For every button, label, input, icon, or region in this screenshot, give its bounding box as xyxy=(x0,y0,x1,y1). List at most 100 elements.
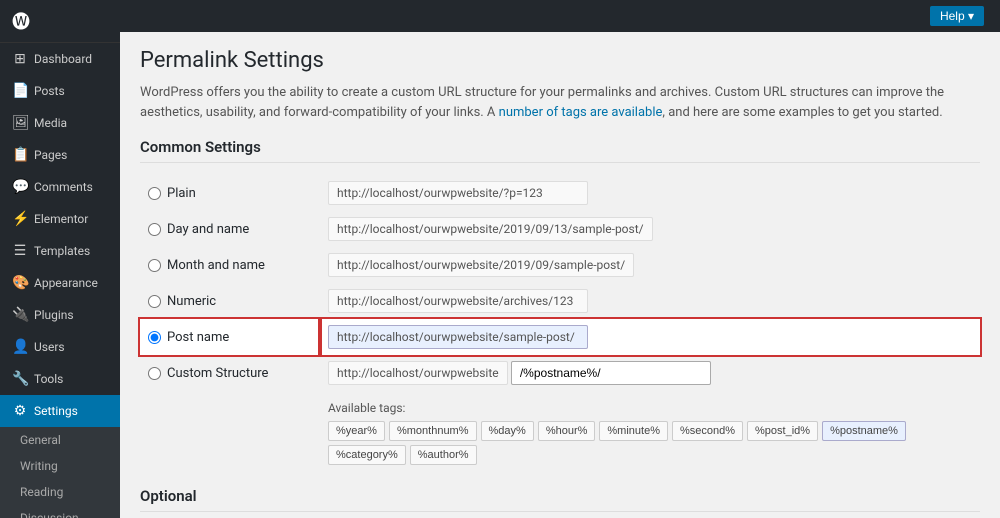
sidebar-logo: 🅦 xyxy=(0,0,120,43)
settings-submenu: General Writing Reading Discussion Media… xyxy=(0,427,120,518)
tag-post-id[interactable]: %post_id% xyxy=(747,421,818,441)
sidebar: 🅦 ⊞ Dashboard 📄 Posts 🖼 Media 📋 Pages 💬 … xyxy=(0,0,120,518)
custom-label: Custom Structure xyxy=(167,366,268,381)
table-row: Numeric http://localhost/ourwpwebsite/ar… xyxy=(140,283,980,319)
sidebar-item-pages[interactable]: 📋 Pages xyxy=(0,139,120,171)
table-row: Plain http://localhost/ourwpwebsite/?p=1… xyxy=(140,175,980,211)
tag-day[interactable]: %day% xyxy=(481,421,534,441)
sidebar-item-label: Media xyxy=(34,116,67,130)
topbar: Help ▾ xyxy=(120,0,1000,32)
sidebar-item-comments[interactable]: 💬 Comments xyxy=(0,171,120,203)
sidebar-item-plugins[interactable]: 🔌 Plugins xyxy=(0,299,120,331)
content-area: Permalink Settings WordPress offers you … xyxy=(120,32,1000,518)
media-icon: 🖼 xyxy=(12,115,28,131)
tag-author[interactable]: %author% xyxy=(410,445,477,465)
common-settings-title: Common Settings xyxy=(140,138,980,163)
dashboard-icon: ⊞ xyxy=(12,51,28,67)
users-icon: 👤 xyxy=(12,339,28,355)
sidebar-item-dashboard[interactable]: ⊞ Dashboard xyxy=(0,43,120,75)
table-row: Post name http://localhost/ourwpwebsite/… xyxy=(140,319,980,355)
tag-monthnum[interactable]: %monthnum% xyxy=(389,421,477,441)
table-row: Day and name http://localhost/ourwpwebsi… xyxy=(140,211,980,247)
sidebar-item-label: Plugins xyxy=(34,308,74,322)
tag-category[interactable]: %category% xyxy=(328,445,406,465)
custom-radio[interactable] xyxy=(148,367,161,380)
post-name-label: Post name xyxy=(167,330,229,345)
sidebar-item-media[interactable]: 🖼 Media xyxy=(0,107,120,139)
reading-label: Reading xyxy=(20,485,63,499)
custom-radio-label[interactable]: Custom Structure xyxy=(148,366,312,381)
plain-label: Plain xyxy=(167,186,196,201)
table-row: Month and name http://localhost/ourwpweb… xyxy=(140,247,980,283)
day-name-url: http://localhost/ourwpwebsite/2019/09/13… xyxy=(328,217,653,241)
page-title: Permalink Settings xyxy=(140,48,980,73)
month-name-radio-label[interactable]: Month and name xyxy=(148,258,312,273)
available-tags-row: Available tags: %year% %monthnum% %day% … xyxy=(140,391,980,471)
tag-minute[interactable]: %minute% xyxy=(599,421,668,441)
tag-hour[interactable]: %hour% xyxy=(538,421,596,441)
permalink-options-table: Plain http://localhost/ourwpwebsite/?p=1… xyxy=(140,175,980,471)
tag-second[interactable]: %second% xyxy=(672,421,743,441)
sidebar-item-users[interactable]: 👤 Users xyxy=(0,331,120,363)
tag-year[interactable]: %year% xyxy=(328,421,385,441)
templates-icon: ☰ xyxy=(12,243,28,259)
available-tags-label: Available tags: xyxy=(328,401,972,415)
sidebar-item-label: Users xyxy=(34,340,65,354)
plain-url: http://localhost/ourwpwebsite/?p=123 xyxy=(328,181,588,205)
sidebar-item-label: Templates xyxy=(34,244,90,258)
plain-radio-label[interactable]: Plain xyxy=(148,186,312,201)
discussion-label: Discussion xyxy=(20,511,79,518)
custom-url-base: http://localhost/ourwpwebsite xyxy=(328,361,508,385)
plain-radio[interactable] xyxy=(148,187,161,200)
sidebar-item-appearance[interactable]: 🎨 Appearance xyxy=(0,267,120,299)
numeric-url: http://localhost/ourwpwebsite/archives/1… xyxy=(328,289,588,313)
day-name-radio[interactable] xyxy=(148,223,161,236)
wordpress-logo-icon: 🅦 xyxy=(12,8,30,34)
sidebar-item-label: Posts xyxy=(34,84,65,98)
sidebar-item-label: Elementor xyxy=(34,212,88,226)
comments-icon: 💬 xyxy=(12,179,28,195)
month-name-label: Month and name xyxy=(167,258,265,273)
general-label: General xyxy=(20,433,61,447)
pages-icon: 📋 xyxy=(12,147,28,163)
sidebar-item-tools[interactable]: 🔧 Tools xyxy=(0,363,120,395)
sidebar-item-label: Pages xyxy=(34,148,67,162)
help-button[interactable]: Help ▾ xyxy=(930,6,984,26)
month-name-radio[interactable] xyxy=(148,259,161,272)
sidebar-item-elementor[interactable]: ⚡ Elementor xyxy=(0,203,120,235)
sidebar-item-reading[interactable]: Reading xyxy=(0,479,120,505)
optional-title: Optional xyxy=(140,487,980,512)
numeric-label: Numeric xyxy=(167,294,216,309)
sidebar-item-label: Settings xyxy=(34,404,78,418)
sidebar-item-general[interactable]: General xyxy=(0,427,120,453)
sidebar-item-label: Appearance xyxy=(34,276,98,290)
sidebar-item-templates[interactable]: ☰ Templates xyxy=(0,235,120,267)
post-name-url: http://localhost/ourwpwebsite/sample-pos… xyxy=(328,325,588,349)
sidebar-item-discussion[interactable]: Discussion xyxy=(0,505,120,518)
description: WordPress offers you the ability to crea… xyxy=(140,83,980,122)
numeric-radio-label[interactable]: Numeric xyxy=(148,294,312,309)
table-row: Custom Structure http://localhost/ourwpw… xyxy=(140,355,980,391)
day-name-radio-label[interactable]: Day and name xyxy=(148,222,312,237)
month-name-url: http://localhost/ourwpwebsite/2019/09/sa… xyxy=(328,253,634,277)
post-name-radio-label[interactable]: Post name xyxy=(148,330,312,345)
settings-icon: ⚙ xyxy=(12,403,28,419)
description-suffix: , and here are some examples to get you … xyxy=(662,105,942,120)
sidebar-item-settings[interactable]: ⚙ Settings xyxy=(0,395,120,427)
appearance-icon: 🎨 xyxy=(12,275,28,291)
day-name-label: Day and name xyxy=(167,222,249,237)
elementor-icon: ⚡ xyxy=(12,211,28,227)
tags-link[interactable]: number of tags are available xyxy=(499,105,663,120)
post-name-radio[interactable] xyxy=(148,331,161,344)
main-content: Help ▾ Permalink Settings WordPress offe… xyxy=(120,0,1000,518)
tags-list: %year% %monthnum% %day% %hour% %minute% … xyxy=(328,421,972,465)
custom-url-input[interactable] xyxy=(511,361,711,385)
tools-icon: 🔧 xyxy=(12,371,28,387)
sidebar-item-writing[interactable]: Writing xyxy=(0,453,120,479)
posts-icon: 📄 xyxy=(12,83,28,99)
sidebar-item-label: Comments xyxy=(34,180,93,194)
tag-postname[interactable]: %postname% xyxy=(822,421,906,441)
writing-label: Writing xyxy=(20,459,58,473)
numeric-radio[interactable] xyxy=(148,295,161,308)
sidebar-item-posts[interactable]: 📄 Posts xyxy=(0,75,120,107)
